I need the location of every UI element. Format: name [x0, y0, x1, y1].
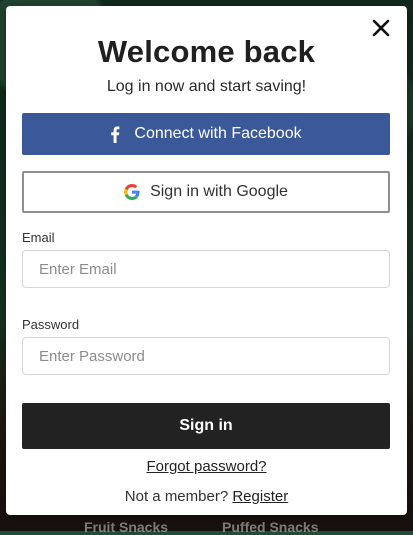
forgot-password-link[interactable]: Forgot password?: [146, 458, 266, 475]
facebook-icon: [111, 126, 120, 143]
google-login-button[interactable]: Sign in with Google: [22, 171, 390, 213]
email-label: Email: [22, 230, 55, 245]
sign-in-button[interactable]: Sign in: [22, 403, 390, 449]
password-label: Password: [22, 317, 80, 332]
member-prompt: Not a member?: [124, 488, 229, 505]
forgot-password-row: Forgot password?: [6, 458, 407, 475]
login-modal: Welcome back Log in now and start saving…: [6, 6, 407, 515]
modal-subtitle: Log in now and start saving!: [106, 78, 307, 95]
google-icon: [124, 184, 140, 200]
email-field[interactable]: [22, 250, 390, 288]
modal-title: Welcome back: [97, 34, 316, 69]
facebook-login-button[interactable]: Connect with Facebook: [22, 113, 390, 155]
register-row: Not a member? Register: [6, 488, 407, 505]
register-link[interactable]: Register: [232, 488, 288, 505]
password-field[interactable]: [22, 337, 390, 375]
facebook-login-label: Connect with Facebook: [134, 125, 302, 142]
google-login-label: Sign in with Google: [150, 183, 288, 200]
